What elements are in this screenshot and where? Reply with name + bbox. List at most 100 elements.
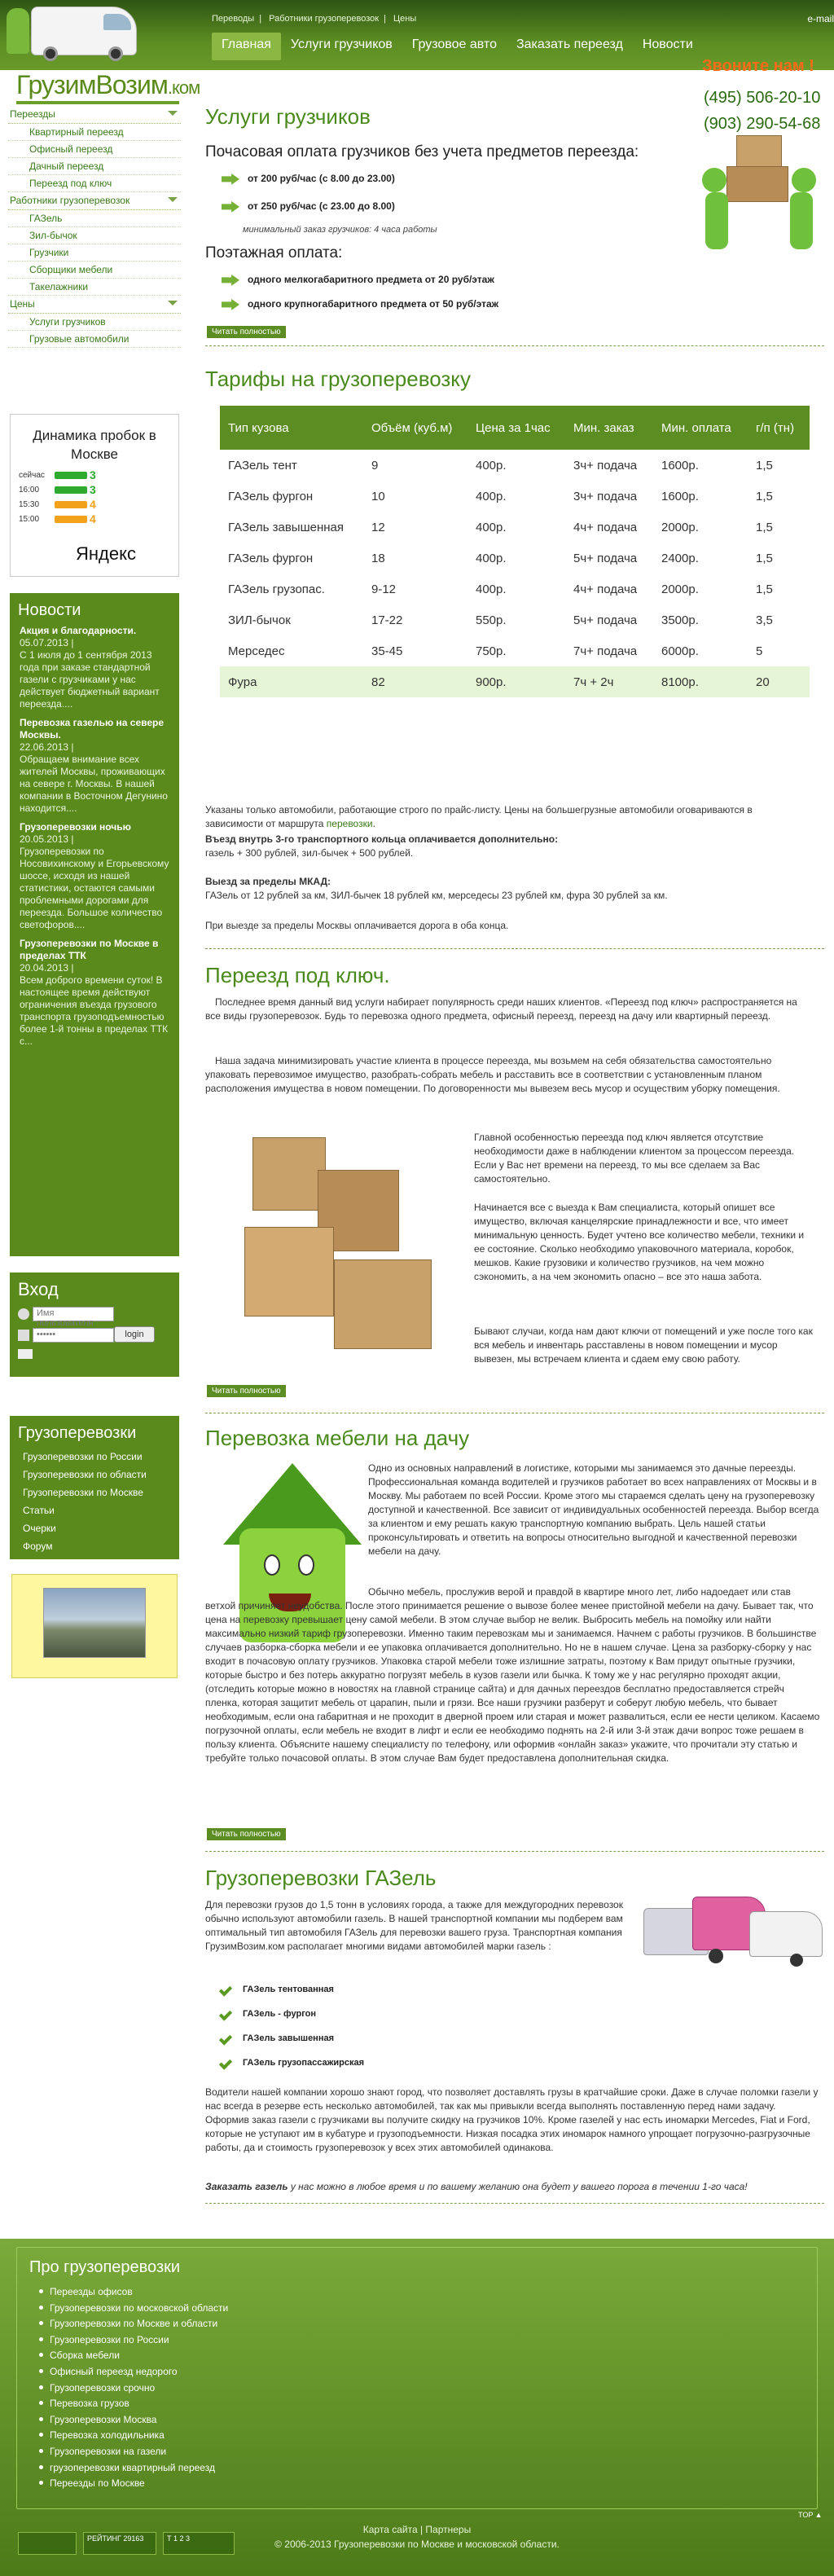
- floor-rate: одного мелкогабаритного предмета от 20 р…: [222, 274, 494, 286]
- sidebar-section-prices[interactable]: Цены: [8, 296, 181, 314]
- order-gazel-link[interactable]: Заказать газель: [205, 2181, 288, 2192]
- footer-bottom: Карта сайта | Партнеры © 2006-2013 Грузо…: [0, 2524, 834, 2550]
- gazel-type: ГАЗель завышенная: [218, 2031, 334, 2046]
- check-icon: [218, 2007, 233, 2021]
- nav-home[interactable]: Главная: [212, 33, 281, 60]
- footer-link[interactable]: Грузоперевозки на газели: [50, 2444, 228, 2460]
- gruzo-link[interactable]: Грузоперевозки по Москве: [10, 1484, 179, 1501]
- gazel-p2: Водители нашей компании хорошо знают гор…: [205, 2086, 819, 2153]
- sidebar-section-workers[interactable]: Работники грузоперевозок: [8, 192, 181, 210]
- sidebar-item[interactable]: Зил-бычок: [8, 227, 181, 244]
- footer-link[interactable]: Перевозка грузов: [50, 2396, 228, 2412]
- sidebar-item[interactable]: Квартирный переезд: [8, 124, 181, 141]
- hourly-rate: от 200 руб/час (с 8.00 до 23.00): [222, 173, 395, 185]
- sidebar-item[interactable]: Такелажники: [8, 279, 181, 296]
- arrow-icon: [222, 200, 239, 213]
- floor-rate: одного крупногабаритного предмета от 50 …: [222, 298, 498, 310]
- news-item[interactable]: Грузоперевозки ночью 20.05.2013 | Грузопер…: [10, 821, 179, 931]
- movers-illustration: [702, 135, 824, 257]
- traffic-row: 15:00 4: [19, 512, 96, 525]
- nav-trucks[interactable]: Грузовое авто: [402, 33, 507, 60]
- sidebar-item[interactable]: ГАЗель: [8, 210, 181, 227]
- news-item[interactable]: Акция и благодарности. 05.07.2013 | С 1 ию…: [10, 625, 179, 710]
- min-order: минимальный заказ грузчиков: 4 часа рабо…: [243, 225, 437, 235]
- sidebar-item[interactable]: Грузовые автомобили: [8, 331, 181, 348]
- dacha-title: Перевозка мебели на дачу: [205, 1426, 470, 1450]
- nav-loaders[interactable]: Услуги грузчиков: [281, 33, 402, 60]
- sidebar-section-pereezdy[interactable]: Переезды: [8, 106, 181, 124]
- nav-news[interactable]: Новости: [633, 33, 703, 60]
- read-more-button[interactable]: Читать полностью: [207, 1385, 286, 1397]
- footer-link[interactable]: Грузоперевозки срочно: [50, 2380, 228, 2397]
- copyright: © 2006-2013 Грузоперевозки по Москве и м…: [274, 2539, 560, 2550]
- check-icon: [218, 2055, 233, 2070]
- tariffs-mkad-note: Выезд за пределы МКАД: ГАЗель от 12 рубле…: [205, 876, 668, 901]
- username-input[interactable]: Имя пользователя: [33, 1307, 114, 1328]
- sidebar-item[interactable]: Услуги грузчиков: [8, 314, 181, 331]
- worker-icon: [7, 8, 29, 54]
- route-link[interactable]: перевозки: [327, 818, 373, 829]
- login-box: Вход Имя пользователя •••••• login: [10, 1273, 179, 1377]
- footer-link[interactable]: Грузоперевозки по Москве и области: [50, 2316, 228, 2332]
- traffic-row: сейчас 3: [19, 468, 96, 481]
- login-button[interactable]: login: [114, 1326, 155, 1343]
- user-icon: [18, 1308, 29, 1320]
- top-link-prices[interactable]: Цены: [393, 14, 416, 24]
- dacha-p2: Обычно мебель, прослужив верой и правдой…: [205, 1586, 820, 1764]
- read-more-button[interactable]: Читать полностью: [207, 1828, 286, 1840]
- check-icon: [218, 2031, 233, 2046]
- divider: [205, 1851, 824, 1852]
- footer-nav[interactable]: Карта сайта | Партнеры: [0, 2524, 834, 2535]
- footer-link[interactable]: Грузоперевозки по московской области: [50, 2301, 228, 2317]
- top-link-workers[interactable]: Работники грузоперевозок: [269, 14, 379, 24]
- register-icon[interactable]: [18, 1349, 33, 1359]
- footer-title: Про грузоперевозки: [29, 2258, 181, 2276]
- phone-1[interactable]: (495) 506-20-10: [704, 85, 820, 111]
- footer-link[interactable]: Перевозка холодильника: [50, 2428, 228, 2444]
- footer-link[interactable]: Сборка мебели: [50, 2348, 228, 2364]
- services-title: Услуги грузчиков: [205, 104, 371, 129]
- gruzo-link[interactable]: Грузоперевозки по области: [10, 1466, 179, 1484]
- arrow-icon: [222, 298, 239, 310]
- divider: [205, 2203, 824, 2204]
- table-row: ЗИЛ-бычок 17-22 550р. 5ч+ подача 3500р. 3,5: [220, 604, 810, 635]
- traffic-widget[interactable]: Динамика пробок в Москве сейчас 3 16:00 3 …: [10, 414, 179, 577]
- sidebar-item[interactable]: Дачный переезд: [8, 158, 181, 175]
- table-row: ГАЗель грузопас. 9-12 400р. 4ч+ подача 2000р…: [228, 582, 773, 596]
- turnkey-p3: Главной особенностью переезда под ключ я…: [474, 1132, 795, 1185]
- gruzo-box: Грузоперевозки Грузоперевозки по России …: [10, 1416, 179, 1559]
- footer-link[interactable]: Грузоперевозки по России: [50, 2332, 228, 2349]
- footer-link[interactable]: Офисный переезд недорого: [50, 2364, 228, 2380]
- news-item[interactable]: Перевозка газелью на севере Москвы. 22.06…: [10, 717, 179, 815]
- sidebar-item[interactable]: Грузчики: [8, 244, 181, 262]
- email-link[interactable]: e-mail: [807, 13, 834, 24]
- footer-link[interactable]: Переезды по Москве: [50, 2476, 228, 2492]
- news-item[interactable]: Грузоперевозки по Москве в пределах ТТК 2…: [10, 938, 179, 1048]
- password-input[interactable]: ••••••: [33, 1328, 114, 1343]
- footer-link[interactable]: грузоперевозки квартирный переезд: [50, 2460, 228, 2477]
- sidebar-item[interactable]: Сборщики мебели: [8, 262, 181, 279]
- divider: [205, 948, 824, 949]
- gruzo-link[interactable]: Очерки: [10, 1519, 179, 1537]
- footer-link[interactable]: Грузоперевозки Москва: [50, 2412, 228, 2429]
- top-link-pereezdy[interactable]: Переводы: [212, 14, 254, 24]
- hourly-title: Почасовая оплата грузчиков без учета пре…: [205, 143, 639, 160]
- scroll-top-button[interactable]: TOP ▲: [798, 2511, 823, 2519]
- sidebar-item[interactable]: Переезд под ключ: [8, 175, 181, 192]
- phone-2[interactable]: (903) 290-54-68: [704, 111, 820, 137]
- gruzo-title: Грузоперевозки: [18, 1424, 137, 1442]
- read-more-button[interactable]: Читать полностью: [207, 326, 286, 338]
- table-header-row: Тип кузова Объём (куб.м) Цена за 1час Мин. …: [220, 406, 810, 450]
- gruzo-link[interactable]: Грузоперевозки по России: [10, 1448, 179, 1466]
- hourly-rate: от 250 руб/час (с 23.00 до 8.00): [222, 200, 395, 213]
- table-row: ГАЗель фургон 18 400р. 5ч+ подача 2400р. 1,5: [220, 543, 810, 574]
- footer-link[interactable]: Переезды офисов: [50, 2284, 228, 2301]
- site-logo[interactable]: ГрузимВозим.ком: [16, 70, 200, 100]
- gruzo-link[interactable]: Статьи: [10, 1501, 179, 1519]
- nav-order[interactable]: Заказать переезд: [507, 33, 633, 60]
- main-nav: Главная Услуги грузчиков Грузовое авто З…: [212, 33, 703, 60]
- news-title: Новости: [18, 601, 81, 619]
- gruzo-link[interactable]: Форум: [10, 1537, 179, 1555]
- sidebar-item[interactable]: Офисный переезд: [8, 141, 181, 158]
- truck-accident-photo[interactable]: [43, 1588, 146, 1658]
